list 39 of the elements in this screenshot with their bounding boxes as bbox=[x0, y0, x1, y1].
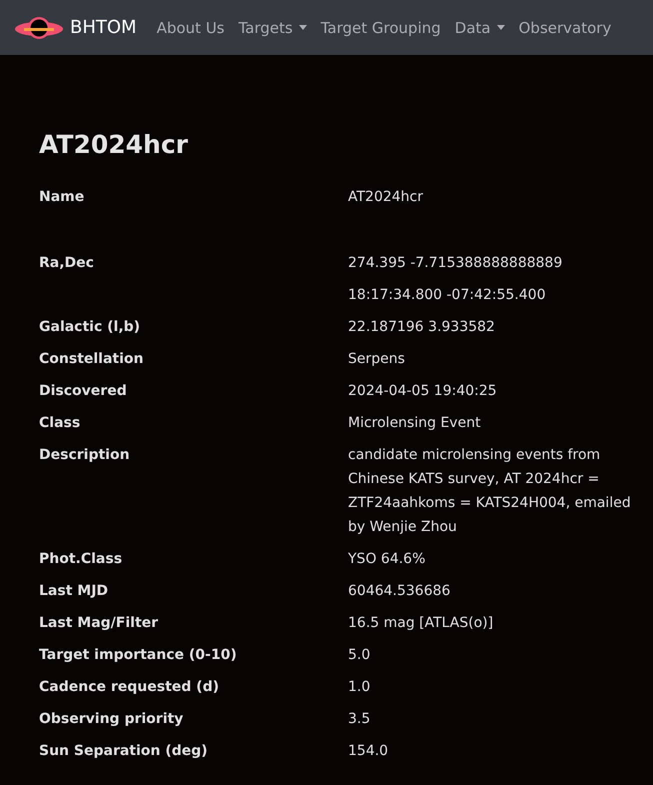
field-label: Discovered bbox=[39, 382, 128, 401]
field-value: Serpens bbox=[348, 350, 406, 369]
field-label: Observing priority bbox=[39, 710, 184, 729]
field-label: Name bbox=[39, 188, 86, 207]
caret-icon bbox=[496, 25, 505, 30]
field-label: Ra,Dec bbox=[39, 254, 95, 273]
field-value: 3.5 bbox=[348, 710, 372, 729]
field-label: Galactic (l,b) bbox=[39, 318, 142, 337]
nav-link[interactable]: About Us bbox=[156, 18, 224, 36]
field-label: Cadence requested (d) bbox=[39, 678, 220, 697]
field-label: Sun Separation (deg) bbox=[39, 742, 209, 761]
nav-link[interactable]: Targets bbox=[238, 18, 307, 36]
field-value: YSO 64.6% bbox=[348, 550, 426, 569]
nav-link[interactable]: Data bbox=[454, 18, 505, 36]
nav-link[interactable]: Observatory bbox=[518, 18, 612, 36]
field-value: 18:17:34.800 -07:42:55.400 bbox=[348, 286, 547, 305]
field-label: Last Mag/Filter bbox=[39, 614, 160, 633]
brand-link[interactable]: BHTOM bbox=[70, 17, 137, 38]
field-value: AT2024hcr bbox=[348, 188, 424, 207]
field-value: 5.0 bbox=[348, 646, 372, 665]
field-label: Target importance (0-10) bbox=[39, 646, 238, 665]
caret-icon bbox=[298, 25, 307, 30]
field-value: 22.187196 3.933582 bbox=[348, 318, 496, 337]
logo-icon bbox=[14, 14, 64, 40]
field-label: Class bbox=[39, 414, 82, 433]
field-value: Microlensing Event bbox=[348, 414, 482, 433]
field-label: Phot.Class bbox=[39, 550, 124, 569]
field-value: candidate microlensing events from Chinese KATS survey, AT 2024hcr = ZTF24aahkoms = KATS24H004, emailed by Wenjie Zhou bbox=[348, 446, 632, 537]
field-value: 16.5 mag [ATLAS(o)] bbox=[348, 614, 494, 633]
field-value: 1.0 bbox=[348, 678, 372, 697]
field-value: 2024-04-05 19:40:25 bbox=[348, 382, 498, 401]
field-value: 274.395 -7.715388888888889 bbox=[348, 254, 564, 273]
field-value: 154.0 bbox=[348, 742, 390, 761]
field-label: Description bbox=[39, 446, 131, 465]
field-value: 60464.536686 bbox=[348, 582, 452, 601]
nav-link[interactable]: Target Grouping bbox=[320, 18, 441, 36]
page-title: AT2024hcr bbox=[39, 129, 189, 161]
field-label: Constellation bbox=[39, 350, 145, 369]
field-label: Last MJD bbox=[39, 582, 110, 601]
